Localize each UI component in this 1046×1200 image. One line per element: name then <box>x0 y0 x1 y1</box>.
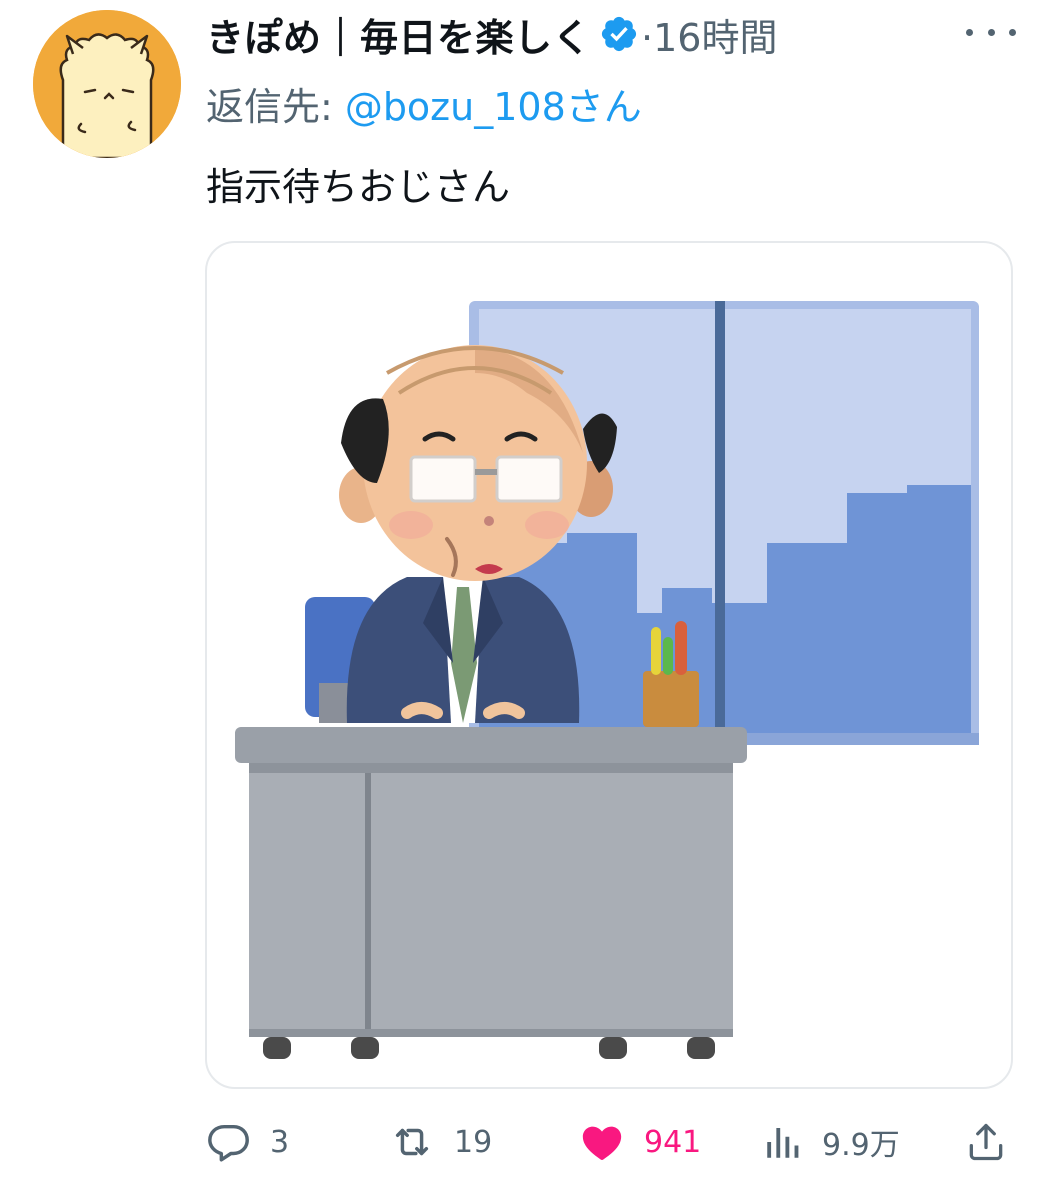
like-button[interactable]: 941 <box>578 1112 701 1172</box>
office-man-at-desk-illustration <box>235 301 979 1059</box>
display-name[interactable]: きぽめ｜毎日を楽しく <box>206 7 591 62</box>
action-bar: 3 19 941 9.9万 <box>206 1112 1016 1172</box>
share-icon <box>969 1123 1003 1161</box>
reply-to-line: 返信先: @bozu_108さん <box>206 76 642 131</box>
retweet-button[interactable]: 19 <box>388 1112 492 1172</box>
retweet-icon <box>395 1128 429 1156</box>
tweet-text: 指示待ちおじさん <box>206 165 511 209</box>
analytics-bar-icon <box>767 1128 799 1158</box>
like-count: 941 <box>644 1124 702 1160</box>
reply-to-handle[interactable]: @bozu_108さん <box>345 76 642 131</box>
verified-badge-icon <box>599 14 639 54</box>
tweet-header: きぽめ｜毎日を楽しく ·16時間 <box>206 8 777 60</box>
reply-count: 3 <box>270 1124 290 1160</box>
reply-icon <box>208 1124 249 1162</box>
heart-filled-icon <box>582 1126 622 1161</box>
share-button[interactable] <box>964 1112 1008 1172</box>
more-options-icon[interactable] <box>966 14 1016 50</box>
tweet[interactable]: きぽめ｜毎日を楽しく ·16時間 返信先: @bozu_108さん 指示待ちおじ… <box>0 0 1046 1200</box>
alpaca-avatar-icon <box>33 10 181 158</box>
retweet-count: 19 <box>454 1124 493 1160</box>
avatar[interactable] <box>33 10 181 158</box>
views-count: 9.9万 <box>822 1128 900 1163</box>
reply-button[interactable]: 3 <box>206 1112 289 1172</box>
reply-to-label: 返信先: <box>206 84 333 129</box>
timestamp[interactable]: ·16時間 <box>641 7 777 62</box>
tweet-media[interactable] <box>205 241 1013 1089</box>
views-button[interactable]: 9.9万 <box>762 1112 900 1172</box>
